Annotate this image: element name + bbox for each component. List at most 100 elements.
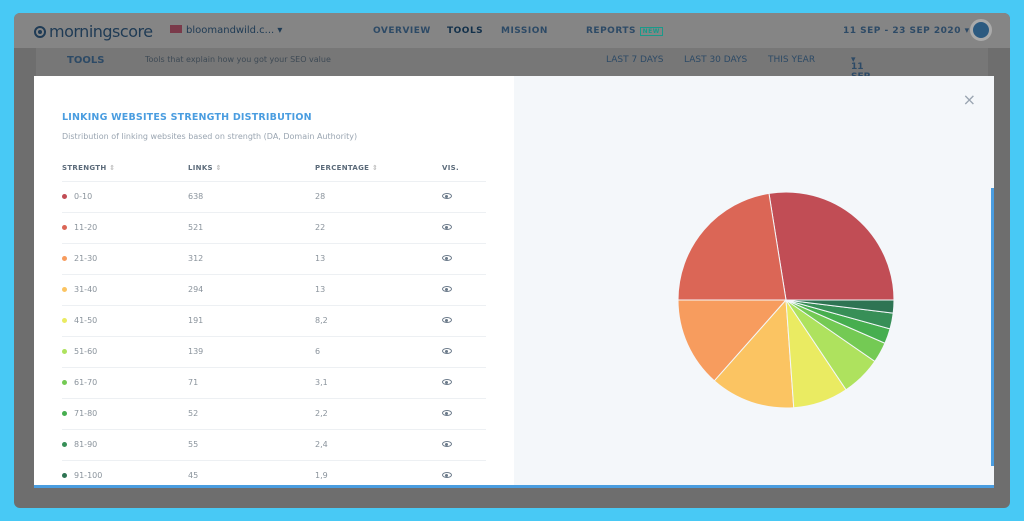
nav-reports-label: REPORTS [586,26,636,36]
col-strength-label: STRENGTH [62,163,107,172]
visibility-toggle[interactable] [442,397,486,429]
strength-cell: 81-90 [62,428,188,460]
strength-cell: 51-60 [62,335,188,367]
strength-value: 41-50 [74,316,98,325]
color-dot [62,411,67,416]
strength-value: 21-30 [74,254,98,263]
visibility-toggle[interactable] [442,459,486,491]
strength-value: 91-100 [74,471,103,481]
color-dot [62,380,67,385]
nav-overview[interactable]: OVERVIEW [373,26,431,36]
modal-description: Distribution of linking websites based o… [62,132,358,141]
strength-cell: 41-50 [62,304,188,336]
color-dot [62,318,67,323]
col-strength[interactable]: STRENGTH ⇕ [62,155,188,181]
range-last-7-days[interactable]: LAST 7 DAYS [606,55,663,65]
color-dot [62,287,67,292]
table-row: 61-70 71 3,1 [62,366,486,398]
links-cell: 312 [188,242,315,274]
date-range-label: 11 SEP - 23 SEP 2020 [843,26,961,36]
strength-table: STRENGTH ⇕ LINKS ⇕ PERCENTAGE ⇕ VIS. 0-1… [62,155,486,491]
strength-cell: 11-20 [62,211,188,243]
logo-text: morningscore [49,22,153,41]
range-this-year[interactable]: THIS YEAR [768,55,815,65]
links-cell: 139 [188,335,315,367]
color-dot [62,225,67,230]
date-range-selector[interactable]: 11 SEP - 23 SEP 2020 ▾ [843,26,970,36]
color-dot [62,473,67,479]
strength-value: 51-60 [74,347,98,356]
eye-icon [442,410,452,416]
chart-panel: × [514,76,994,485]
percentage-cell: 13 [315,242,442,274]
strength-cell: 0-10 [62,180,188,212]
close-icon[interactable]: × [963,90,976,109]
visibility-toggle[interactable] [442,242,486,274]
new-badge: NEW [639,27,663,36]
percentage-cell: 8,2 [315,304,442,336]
eye-icon [442,348,452,354]
percentage-cell: 2,2 [315,397,442,429]
table-row: 91-100 45 1,9 [62,459,486,491]
eye-icon [442,255,452,261]
strength-cell: 91-100 [62,459,188,491]
visibility-toggle[interactable] [442,304,486,336]
strength-distribution-modal: LINKING WEBSITES STRENGTH DISTRIBUTION D… [34,76,994,491]
strength-value: 61-70 [74,378,98,387]
col-links[interactable]: LINKS ⇕ [188,155,315,181]
table-row: 51-60 139 6 [62,335,486,367]
visibility-toggle[interactable] [442,366,486,398]
range-last-30-days[interactable]: LAST 30 DAYS [684,55,747,65]
logo[interactable]: morningscore [34,22,153,41]
sort-icon: ⇕ [372,163,379,172]
scrollbar[interactable] [991,188,994,466]
eye-icon [442,224,452,230]
site-name: bloomandwild.c... [186,25,275,36]
nav-tools[interactable]: TOOLS [447,26,483,36]
col-percentage-label: PERCENTAGE [315,163,370,172]
nav-reports[interactable]: REPORTS NEW [586,26,663,36]
color-dot [62,194,67,199]
visibility-toggle[interactable] [442,180,486,212]
eye-icon [442,441,452,447]
visibility-toggle[interactable] [442,335,486,367]
links-cell: 191 [188,304,315,336]
links-cell: 638 [188,180,315,212]
uk-flag-icon [170,25,182,33]
links-cell: 521 [188,211,315,243]
visibility-toggle[interactable] [442,428,486,460]
percentage-cell: 6 [315,335,442,367]
percentage-cell: 3,1 [315,366,442,398]
table-row: 31-40 294 13 [62,273,486,305]
col-percentage[interactable]: PERCENTAGE ⇕ [315,155,442,181]
site-selector[interactable]: bloomandwild.c... ▾ [170,25,282,36]
links-cell: 294 [188,273,315,305]
links-cell: 45 [188,459,315,491]
percentage-cell: 13 [315,273,442,305]
table-row: 71-80 52 2,2 [62,397,486,429]
strength-value: 31-40 [74,285,98,294]
links-cell: 52 [188,397,315,429]
table-panel: LINKING WEBSITES STRENGTH DISTRIBUTION D… [34,76,514,491]
percentage-cell: 2,4 [315,428,442,460]
strength-cell: 71-80 [62,397,188,429]
subbar-title: TOOLS [67,55,105,66]
pie-chart [677,191,895,409]
strength-cell: 61-70 [62,366,188,398]
percentage-cell: 1,9 [315,459,442,491]
visibility-toggle[interactable] [442,273,486,305]
pie-slice-0-10[interactable] [768,191,895,301]
eye-icon [442,317,452,323]
top-navbar: morningscore bloomandwild.c... ▾ OVERVIE… [14,13,1010,48]
eye-icon [442,286,452,292]
avatar[interactable] [970,19,992,41]
subbar-date-range[interactable]: 11 SEP - 23 SEP 2020 ▾ [851,55,876,112]
eye-icon [442,193,452,199]
eye-icon [442,472,452,479]
pie-slice-11-20[interactable] [677,192,787,301]
table-row: 11-20 521 22 [62,211,486,243]
strength-value: 0-10 [74,192,93,201]
table-row: 0-10 638 28 [62,180,486,212]
visibility-toggle[interactable] [442,211,486,243]
nav-mission[interactable]: MISSION [501,26,548,36]
